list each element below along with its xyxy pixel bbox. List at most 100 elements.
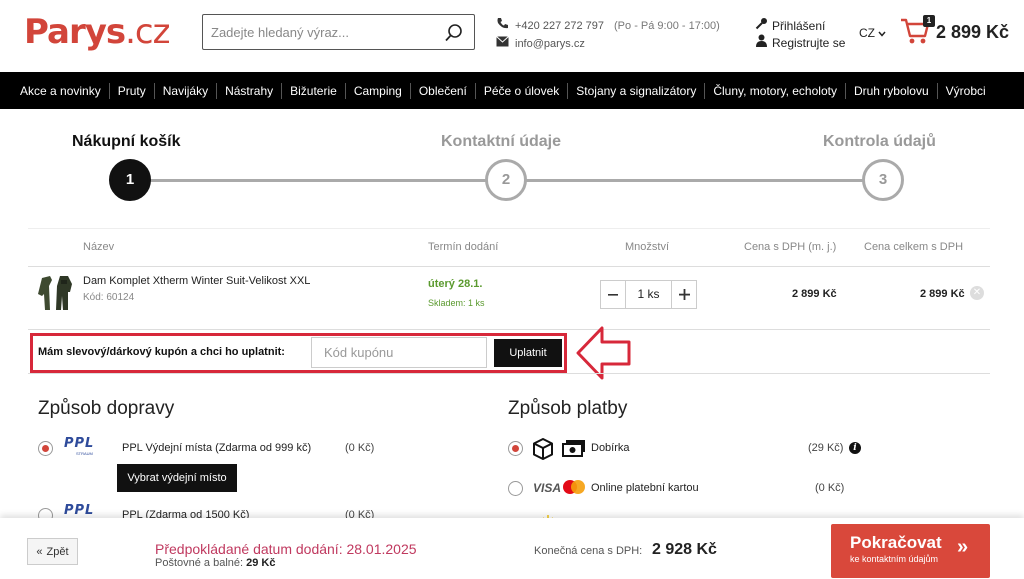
ppl-logo-subtext: STRAUM (76, 451, 93, 456)
table-header-divider (28, 266, 990, 267)
product-thumbnail[interactable] (34, 272, 76, 314)
double-chevron-right-icon: » (957, 536, 969, 558)
step-1-circle: 1 (109, 159, 151, 201)
visa-logo: VISA (533, 481, 562, 495)
product-code: Kód: 60124 (83, 292, 135, 303)
final-price: 2 928 Kč (652, 541, 717, 558)
step-3-circle: 3 (862, 159, 904, 201)
search-input[interactable] (203, 15, 433, 49)
continue-sublabel: ke kontaktním údajům (850, 554, 939, 564)
table-top-divider (28, 228, 990, 229)
nav-item-stojany[interactable]: Stojany a signalizátory (568, 82, 706, 99)
nav-item-akce[interactable]: Akce a novinky (12, 82, 110, 99)
delivery-date: úterý 28.1. (428, 278, 483, 290)
main-nav: Akce a novinky Pruty Navijáky Nástrahy B… (0, 72, 1024, 109)
step-3-label: Kontrola údajů (823, 133, 936, 150)
shipping-option-label[interactable]: PPL Výdejní místa (Zdarma od 999 kč) (122, 442, 311, 454)
email-icon (496, 36, 509, 53)
nav-item-obleceni[interactable]: Oblečení (411, 82, 476, 99)
cart-icon (900, 18, 930, 50)
phone-icon (496, 17, 509, 36)
table-bottom-divider (28, 329, 990, 330)
back-label: Zpět (46, 545, 69, 558)
continue-button[interactable]: Pokračovat ke kontaktním údajům » (831, 524, 990, 578)
user-icon (755, 34, 768, 51)
ppl-logo: PPL (64, 436, 95, 451)
ppl-logo: PPL (64, 503, 95, 518)
step-1-label: Nákupní košík (72, 133, 181, 150)
header-unit-price: Cena s DPH (m. j.) (744, 241, 837, 253)
quantity-stepper: 1 ks (600, 280, 697, 309)
site-logo[interactable]: Parys.cz (24, 12, 170, 52)
nav-item-pece[interactable]: Péče o úlovek (476, 82, 569, 99)
qty-decrease-button[interactable] (601, 281, 625, 308)
info-icon[interactable]: i (849, 442, 861, 454)
unit-price: 2 899 Kč (792, 288, 837, 300)
key-icon (755, 17, 768, 34)
step-2-circle: 2 (485, 159, 527, 201)
apply-coupon-button[interactable]: Uplatnit (494, 339, 562, 367)
cash-icon (562, 439, 586, 464)
remove-item-icon[interactable]: ✕ (970, 286, 984, 300)
login-link[interactable]: Přihlášení (772, 18, 825, 34)
mastercard-icon (562, 479, 586, 500)
nav-item-camping[interactable]: Camping (346, 82, 411, 99)
coupon-label: Mám slevový/dárkový kupón a chci ho upla… (38, 346, 285, 358)
opening-hours: (Po - Pá 9:00 - 17:00) (614, 20, 720, 32)
contact-info: +420 227 272 797 (Po - Pá 9:00 - 17:00) … (496, 17, 720, 53)
payment-option-price: (29 Kč) (808, 442, 844, 454)
phone-number[interactable]: +420 227 272 797 (515, 18, 604, 35)
language-label: CZ (859, 26, 875, 40)
nav-item-navijaky[interactable]: Navijáky (155, 82, 218, 99)
nav-item-pruty[interactable]: Pruty (110, 82, 155, 99)
header-delivery: Termín dodání (428, 241, 499, 253)
step-2-label: Kontaktní údaje (441, 133, 562, 150)
estimated-delivery: Předpokládané datum dodání: 28.01.2025 (155, 541, 417, 557)
nav-item-nastrahy[interactable]: Nástrahy (217, 82, 283, 99)
register-link[interactable]: Registrujte se (772, 35, 845, 51)
choose-pickup-point-button[interactable]: Vybrat výdejní místo (117, 464, 237, 492)
arrow-left-icon (572, 323, 632, 388)
package-icon (531, 437, 555, 466)
payment-option-label[interactable]: Online platební kartou (591, 482, 699, 494)
cart-count-badge: 1 (923, 15, 935, 27)
final-price-label: Konečná cena s DPH: (534, 545, 643, 557)
email-link[interactable]: info@parys.cz (515, 36, 585, 53)
nav-item-cluny[interactable]: Čluny, motory, echoloty (705, 82, 846, 99)
shipping-cost-label: Poštovné a balné: (155, 557, 244, 569)
coupon-input[interactable] (311, 337, 487, 368)
nav-item-druh[interactable]: Druh rybolovu (846, 82, 938, 99)
qty-increase-button[interactable] (672, 281, 696, 308)
header-name: Název (83, 241, 115, 253)
chevron-down-icon (878, 26, 886, 40)
cart-total[interactable]: 2 899 Kč (936, 22, 1009, 43)
payment-option-price: (0 Kč) (815, 482, 845, 494)
account-links: Přihlášení Registrujte se (755, 17, 845, 51)
stock-status: Skladem: 1 ks (428, 298, 485, 308)
cart-button[interactable]: 1 (900, 15, 935, 51)
header-quantity: Množství (625, 241, 670, 253)
total-price: 2 899 Kč (920, 288, 965, 300)
site-header: Parys.cz +420 227 272 797 (Po - Pá 9:00 … (0, 0, 1024, 72)
double-chevron-left-icon: « (36, 545, 43, 558)
payment-radio-cod[interactable] (508, 441, 523, 456)
nav-item-vyrobci[interactable]: Výrobci (938, 83, 994, 99)
language-selector[interactable]: CZ (859, 26, 886, 40)
coupon-divider (28, 373, 990, 374)
payment-option-label[interactable]: Dobírka (591, 442, 630, 454)
search-icon[interactable] (444, 23, 464, 48)
shipping-cost: Poštovné a balné: 29 Kč (155, 557, 276, 569)
nav-item-bizuterie[interactable]: Bižuterie (282, 82, 346, 99)
shipping-radio-ppl-pickup[interactable] (38, 441, 53, 456)
header-total-price: Cena celkem s DPH (864, 241, 964, 253)
search-bar (202, 14, 475, 50)
qty-value[interactable]: 1 ks (625, 281, 672, 308)
shipping-cost-value: 29 Kč (246, 557, 276, 569)
payment-radio-card[interactable] (508, 481, 523, 496)
payment-title: Způsob platby (508, 398, 628, 419)
product-name[interactable]: Dam Komplet Xtherm Winter Suit-Velikost … (83, 275, 310, 287)
shipping-title: Způsob dopravy (38, 398, 175, 419)
continue-label: Pokračovat (850, 533, 942, 552)
back-button[interactable]: « Zpět (27, 538, 78, 565)
shipping-option-price: (0 Kč) (345, 442, 375, 454)
